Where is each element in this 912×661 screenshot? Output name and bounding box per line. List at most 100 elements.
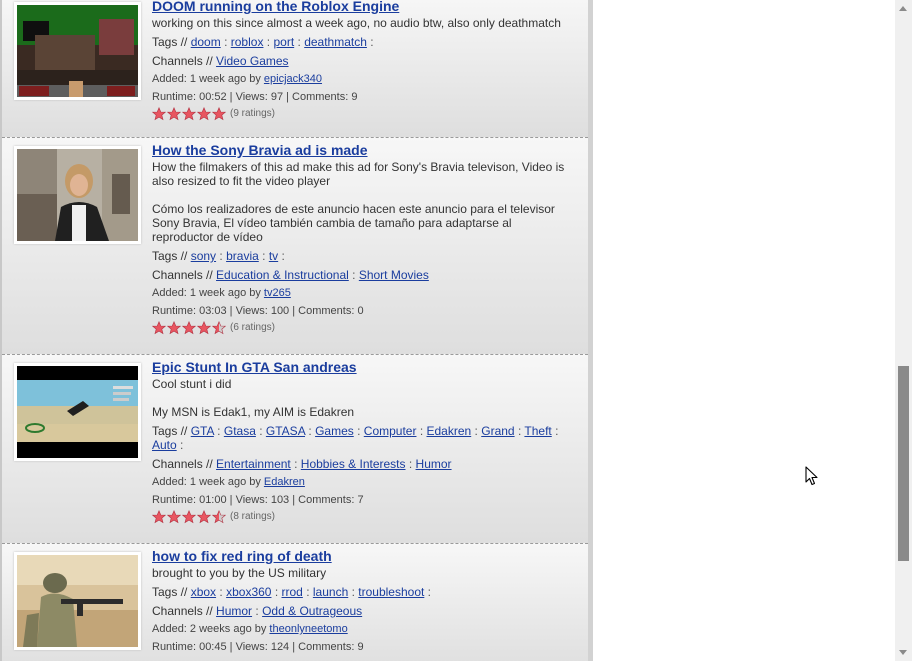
added-text: Added: 1 week ago by: [152, 476, 261, 488]
channel-link[interactable]: Humor: [416, 457, 452, 471]
tags-label: Tags //: [152, 35, 188, 49]
channels-label: Channels //: [152, 268, 213, 282]
tag-link[interactable]: Auto: [152, 438, 177, 452]
tag-link[interactable]: xbox360: [226, 585, 271, 599]
added-text: Added: 2 weeks ago by: [152, 623, 267, 635]
tags-row: Tags // sony : bravia : tv :: [152, 249, 285, 263]
ratings-count: (8 ratings): [230, 511, 276, 522]
channel-link[interactable]: Humor: [216, 604, 252, 618]
video-list: DOOM running on the Roblox Engine workin…: [0, 0, 588, 661]
runtime-stats: Runtime: 00:45 | Views: 124 | Comments: …: [152, 641, 364, 653]
star-icon[interactable]: [152, 510, 166, 524]
runtime-stats: Runtime: 00:52 | Views: 97 | Comments: 9: [152, 91, 358, 103]
star-icon[interactable]: [182, 510, 196, 524]
video-description: Cool stunt i did My MSN is Edak1, my AIM…: [152, 377, 572, 419]
description-paragraph: brought to you by the US military: [152, 566, 327, 580]
uploader-link[interactable]: theonlyneetomo: [269, 623, 347, 635]
scroll-down-arrow-icon[interactable]: [899, 650, 907, 655]
video-title-link[interactable]: Epic Stunt In GTA San andreas: [152, 359, 572, 375]
tag-link[interactable]: launch: [313, 585, 348, 599]
tags-row: Tags // doom : roblox : port : deathmatc…: [152, 35, 374, 49]
tag-link[interactable]: Grand: [481, 424, 514, 438]
tag-link[interactable]: roblox: [231, 35, 264, 49]
video-thumbnail[interactable]: [14, 363, 141, 461]
channels-row: Channels // Humor : Odd & Outrageous: [152, 604, 363, 618]
tags-label: Tags //: [152, 249, 188, 263]
tag-link[interactable]: sony: [191, 249, 216, 263]
tag-link[interactable]: doom: [191, 35, 221, 49]
star-icon[interactable]: [167, 107, 181, 121]
uploader-link[interactable]: Edakren: [264, 476, 305, 488]
tag-link[interactable]: tv: [269, 249, 278, 263]
video-title-link[interactable]: How the Sony Bravia ad is made: [152, 142, 572, 158]
tag-link[interactable]: rrod: [282, 585, 303, 599]
tag-link[interactable]: Theft: [524, 424, 551, 438]
star-icon[interactable]: [197, 510, 211, 524]
star-icon[interactable]: [182, 321, 196, 335]
description-paragraph: How the filmakers of this ad make this a…: [152, 160, 565, 188]
star-icon[interactable]: [167, 510, 181, 524]
video-thumbnail[interactable]: [14, 552, 141, 650]
military-thumbnail-image: [17, 555, 138, 647]
added-row: Added: 2 weeks ago by theonlyneetomo: [152, 622, 572, 636]
star-icon[interactable]: [152, 321, 166, 335]
channel-link[interactable]: Hobbies & Interests: [301, 457, 406, 471]
star-icon[interactable]: [212, 510, 226, 524]
gta-thumbnail-image: [17, 366, 138, 458]
video-description: brought to you by the US military: [152, 566, 572, 580]
video-description: working on this since almost a week ago,…: [152, 16, 572, 30]
channel-link[interactable]: Education & Instructional: [216, 268, 349, 282]
scroll-up-arrow-icon[interactable]: [899, 6, 907, 11]
channels-label: Channels //: [152, 604, 213, 618]
doom-thumbnail-image: [17, 5, 138, 97]
uploader-link[interactable]: epicjack340: [264, 73, 322, 85]
star-icon[interactable]: [197, 321, 211, 335]
tag-link[interactable]: GTASA: [266, 424, 305, 438]
uploader-link[interactable]: tv265: [264, 287, 291, 299]
star-icon[interactable]: [212, 107, 226, 121]
star-rating[interactable]: (6 ratings): [152, 321, 572, 335]
added-row: Added: 1 week ago by Edakren: [152, 475, 572, 489]
tag-link[interactable]: xbox: [191, 585, 216, 599]
star-icon[interactable]: [152, 107, 166, 121]
tag-link[interactable]: Games: [315, 424, 354, 438]
channels-row: Channels // Entertainment : Hobbies & In…: [152, 457, 452, 471]
video-info: DOOM running on the Roblox Engine workin…: [152, 0, 572, 121]
video-thumbnail[interactable]: [14, 146, 141, 244]
star-icon[interactable]: [212, 321, 226, 335]
channel-link[interactable]: Video Games: [216, 54, 289, 68]
tag-link[interactable]: Computer: [364, 424, 417, 438]
channel-link[interactable]: Short Movies: [359, 268, 429, 282]
tag-link[interactable]: deathmatch: [304, 35, 367, 49]
video-thumbnail[interactable]: [14, 2, 141, 100]
runtime-stats: Runtime: 01:00 | Views: 103 | Comments: …: [152, 494, 364, 506]
tag-link[interactable]: troubleshoot: [358, 585, 424, 599]
video-info: how to fix red ring of death brought to …: [152, 548, 572, 654]
description-paragraph: working on this since almost a week ago,…: [152, 16, 561, 30]
channel-link[interactable]: Odd & Outrageous: [262, 604, 362, 618]
tags-label: Tags //: [152, 424, 188, 438]
video-title-link[interactable]: how to fix red ring of death: [152, 548, 572, 564]
tag-link[interactable]: GTA: [191, 424, 214, 438]
ratings-count: (9 ratings): [230, 108, 276, 119]
star-rating[interactable]: (8 ratings): [152, 510, 572, 524]
star-icon[interactable]: [197, 107, 211, 121]
channels-label: Channels //: [152, 54, 213, 68]
tag-link[interactable]: Edakren: [427, 424, 472, 438]
tag-link[interactable]: Gtasa: [224, 424, 256, 438]
star-rating[interactable]: (9 ratings): [152, 107, 572, 121]
video-entry-2: How the Sony Bravia ad is made How the f…: [2, 138, 588, 355]
channels-row: Channels // Education & Instructional : …: [152, 268, 429, 282]
scrollbar-thumb[interactable]: [898, 366, 909, 561]
tag-link[interactable]: port: [273, 35, 294, 49]
channel-link[interactable]: Entertainment: [216, 457, 291, 471]
runtime-stats: Runtime: 03:03 | Views: 100 | Comments: …: [152, 305, 364, 317]
video-entry-3: Epic Stunt In GTA San andreas Cool stunt…: [2, 355, 588, 544]
star-icon[interactable]: [182, 107, 196, 121]
tag-link[interactable]: bravia: [226, 249, 259, 263]
video-title-link[interactable]: DOOM running on the Roblox Engine: [152, 0, 572, 14]
video-entry-4: how to fix red ring of death brought to …: [2, 544, 588, 661]
star-icon[interactable]: [167, 321, 181, 335]
video-description: How the filmakers of this ad make this a…: [152, 160, 572, 244]
page-scrollbar[interactable]: [895, 0, 912, 661]
